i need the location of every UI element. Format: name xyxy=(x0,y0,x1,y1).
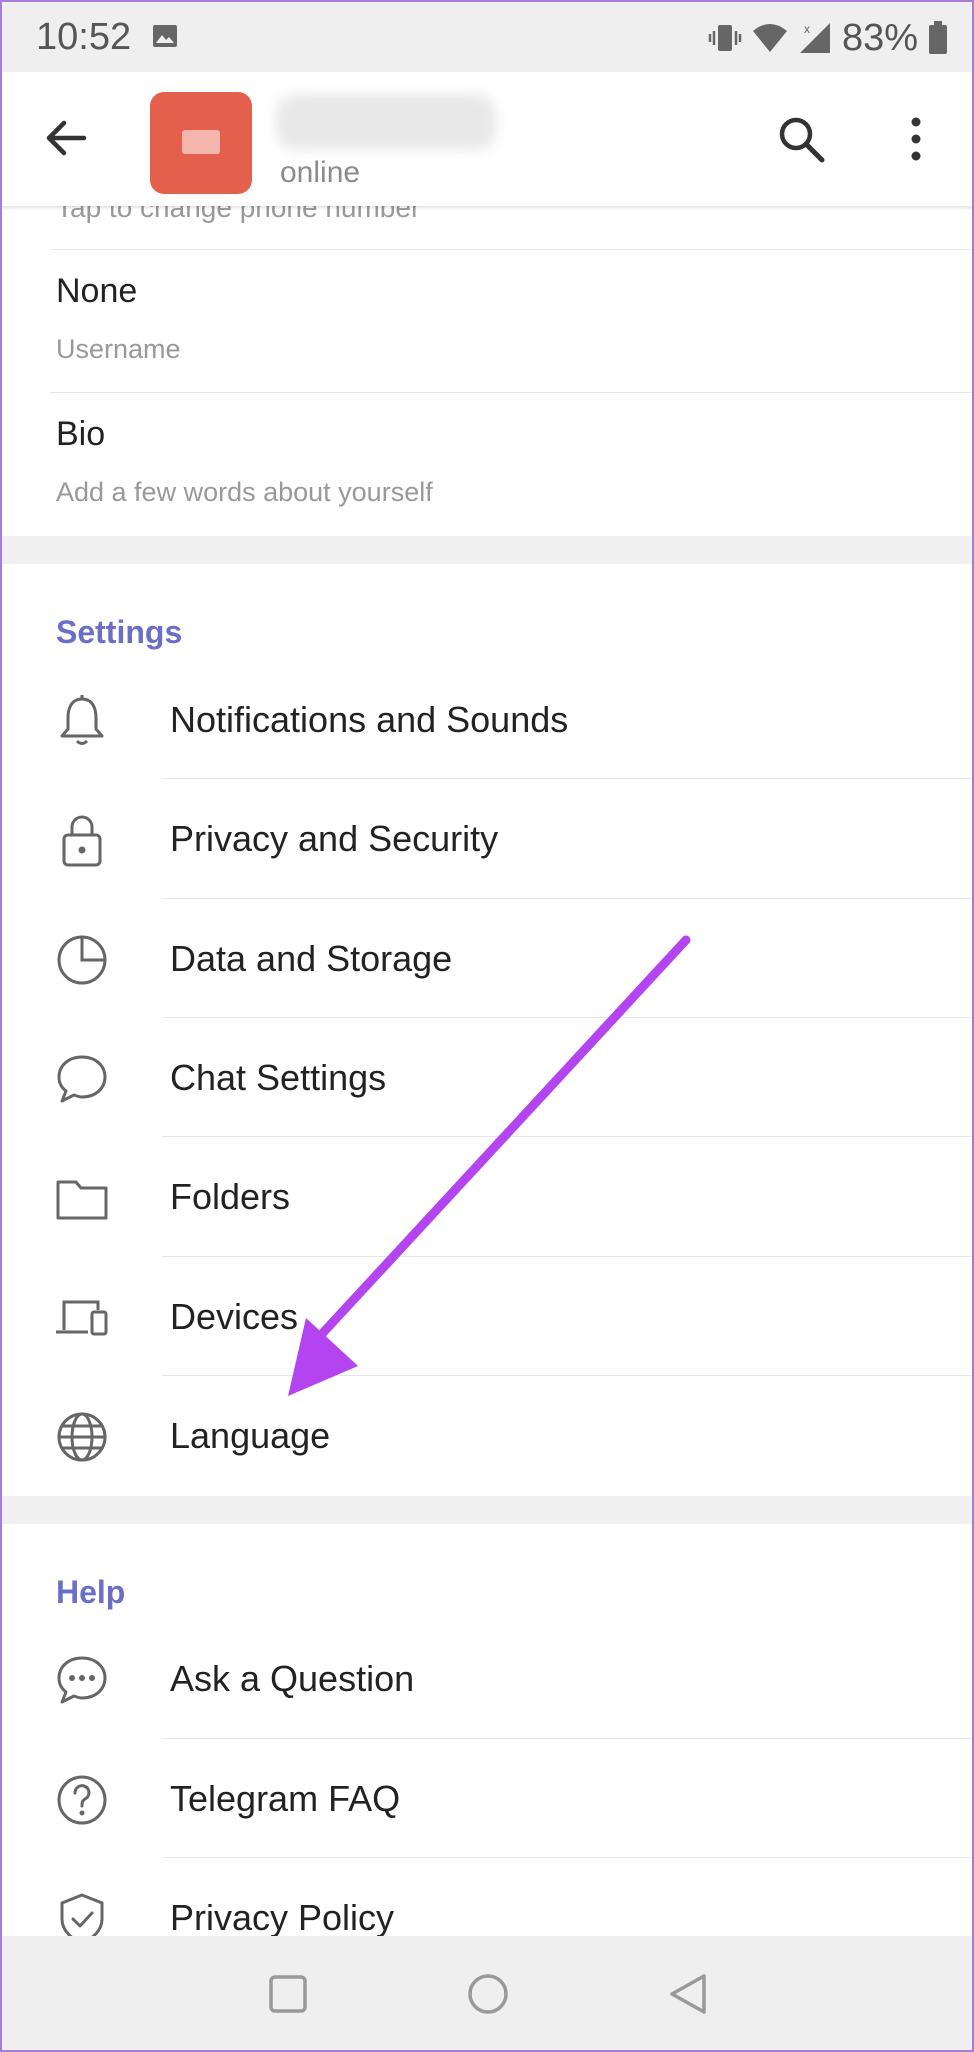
home-icon[interactable] xyxy=(466,1972,510,2016)
back-arrow-icon[interactable] xyxy=(40,112,92,164)
search-icon[interactable] xyxy=(774,112,828,166)
svg-text:x: x xyxy=(804,22,810,36)
username-label: Username xyxy=(56,334,181,364)
menu-item-telegram-faq[interactable]: Telegram FAQ xyxy=(0,1740,974,1859)
question-chat-icon xyxy=(57,1656,107,1704)
divider xyxy=(162,898,974,899)
section-separator xyxy=(0,1496,974,1524)
divider xyxy=(162,1017,974,1018)
menu-item-label: Telegram FAQ xyxy=(170,1778,401,1819)
divider xyxy=(162,1375,974,1376)
bio-label: Bio xyxy=(56,415,106,453)
question-circle-icon xyxy=(57,1775,107,1825)
image-notification-icon xyxy=(153,25,177,47)
menu-item-ask-question[interactable]: Ask a Question xyxy=(0,1620,974,1739)
menu-item-data-storage[interactable]: Data and Storage xyxy=(0,900,974,1019)
menu-item-language[interactable]: Language xyxy=(0,1377,974,1496)
avatar[interactable] xyxy=(150,92,252,194)
bell-icon xyxy=(60,695,104,745)
divider xyxy=(162,1738,974,1739)
menu-item-label: Notifications and Sounds xyxy=(170,699,569,740)
divider xyxy=(162,778,974,779)
profile-name-redacted xyxy=(276,94,496,150)
menu-item-label: Devices xyxy=(170,1296,299,1337)
menu-item-chat-settings[interactable]: Chat Settings xyxy=(0,1019,974,1138)
menu-item-label: Ask a Question xyxy=(170,1658,415,1699)
bio-placeholder: Add a few words about yourself xyxy=(56,477,433,507)
menu-item-label: Folders xyxy=(170,1176,291,1217)
battery-percent: 83% xyxy=(841,16,918,59)
chat-bubble-icon xyxy=(57,1055,107,1103)
more-options-icon[interactable] xyxy=(896,112,936,166)
divider xyxy=(162,1857,974,1858)
signal-icon: x xyxy=(799,22,830,53)
system-navigation-bar xyxy=(0,1936,974,2052)
username-row[interactable]: None Username xyxy=(0,250,974,392)
username-value: None xyxy=(56,272,138,310)
settings-section-title: Settings xyxy=(56,614,183,650)
status-time: 10:52 xyxy=(36,16,132,58)
help-section-title: Help xyxy=(56,1574,126,1610)
online-status: online xyxy=(280,156,361,189)
lock-icon xyxy=(62,815,102,867)
menu-item-privacy-security[interactable]: Privacy and Security xyxy=(0,780,974,899)
menu-item-label: Language xyxy=(170,1415,331,1456)
menu-item-label: Privacy Policy xyxy=(170,1897,395,1938)
app-bar: online xyxy=(0,72,974,206)
devices-icon xyxy=(56,1300,108,1336)
menu-item-notifications[interactable]: Notifications and Sounds xyxy=(0,661,974,780)
battery-icon xyxy=(929,21,947,54)
divider xyxy=(162,1136,974,1137)
vibrate-icon xyxy=(708,25,742,51)
status-bar: 10:52 x 83% xyxy=(0,0,974,72)
globe-icon xyxy=(57,1412,107,1462)
menu-item-label: Privacy and Security xyxy=(170,818,499,859)
divider xyxy=(162,1256,974,1257)
menu-item-label: Chat Settings xyxy=(170,1057,387,1098)
bio-row[interactable]: Bio Add a few words about yourself xyxy=(0,393,974,535)
status-icons: x 83% xyxy=(708,16,948,59)
menu-item-label: Data and Storage xyxy=(170,938,453,979)
section-separator xyxy=(0,536,974,564)
nav-back-icon[interactable] xyxy=(666,1972,710,2016)
menu-item-folders[interactable]: Folders xyxy=(0,1138,974,1257)
wifi-icon xyxy=(752,24,787,52)
recent-apps-icon[interactable] xyxy=(268,1974,308,2014)
pie-chart-icon xyxy=(57,935,107,985)
menu-item-devices[interactable]: Devices xyxy=(0,1258,974,1377)
folder-icon xyxy=(56,1180,108,1220)
